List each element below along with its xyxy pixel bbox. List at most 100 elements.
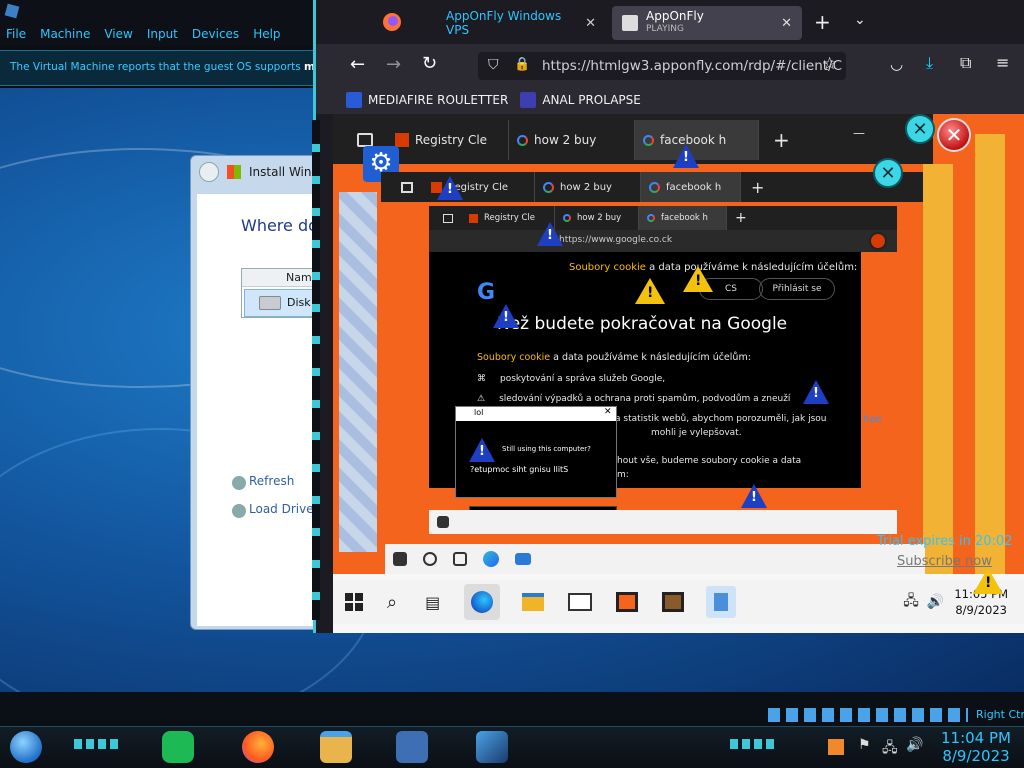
tab-how2buy[interactable]: how 2 buy [555, 206, 639, 230]
bookmark-mediafire[interactable]: MEDIAFIRE ROULETTER [346, 92, 508, 108]
tab-actions-icon[interactable] [443, 213, 453, 223]
download-icon[interactable]: ⤓ [926, 53, 933, 73]
menu-input[interactable]: Input [147, 27, 178, 41]
edge-url-text: https://www.google.co.ck [559, 235, 673, 245]
url-bar[interactable]: ⛉ 🔒 https://htmlgw3.apponfly.com/rdp/#/c… [478, 52, 846, 80]
file-explorer-icon[interactable] [522, 593, 545, 611]
bookmark-2[interactable]: ANAL PROLAPSE [520, 92, 641, 108]
task-view-icon[interactable]: ▤ [425, 593, 440, 612]
new-tab-icon[interactable]: + [773, 128, 790, 152]
edge-address-bar[interactable]: https://www.google.co.ck [429, 230, 897, 252]
menu-icon[interactable]: ≡ [996, 53, 1009, 72]
reload-icon[interactable]: ↻ [422, 53, 437, 74]
host-clock[interactable]: 11:04 PM 8/9/2023 [936, 729, 1016, 765]
volume-icon[interactable]: 🔊 [927, 594, 944, 610]
firefox-nav-bar: ← → ↻ ⛉ 🔒 https://htmlgw3.apponfly.com/r… [316, 44, 1024, 86]
notes-app-icon[interactable] [162, 731, 194, 763]
google-icon [563, 214, 571, 222]
file-explorer-icon[interactable] [515, 553, 531, 565]
tray-app-icon[interactable] [828, 739, 844, 755]
menu-machine[interactable]: Machine [40, 27, 90, 41]
task-view-icon[interactable] [453, 552, 467, 566]
close-icon[interactable]: ✕ [781, 16, 792, 31]
sign-in-button[interactable]: Přihlásit se [759, 278, 835, 300]
flag-icon[interactable]: ⚑ [858, 737, 871, 753]
tab-facebook[interactable]: facebook h [639, 206, 727, 230]
search-icon[interactable] [423, 552, 437, 566]
shield-icon[interactable]: ⛉ [488, 57, 499, 73]
close-icon[interactable]: ✕ [873, 158, 903, 188]
edge-tabs-outer: Registry Cle how 2 buy facebook h + [333, 120, 790, 160]
forward-icon[interactable]: → [386, 54, 401, 75]
bookmark-star-icon[interactable]: ☆ [822, 54, 837, 74]
taskbar-edge-button[interactable] [464, 584, 501, 620]
host-start-button[interactable] [10, 731, 42, 763]
file-manager-icon[interactable] [320, 731, 352, 763]
tab-how2buy[interactable]: how 2 buy [535, 172, 641, 202]
close-icon[interactable]: ✕ [905, 114, 935, 144]
tab-registry-label: Registry Cle [415, 133, 488, 147]
consent-title: Než budete pokračovat na Google [497, 314, 788, 334]
menu-devices[interactable]: Devices [192, 27, 239, 41]
tab-actions-icon[interactable] [401, 181, 413, 193]
volume-icon[interactable]: 🔊 [906, 737, 923, 753]
remote-desktop-view[interactable]: Registry Cle how 2 buy facebook h + — ⚙ … [333, 114, 1024, 633]
firefox-icon[interactable] [242, 731, 274, 763]
tab-registry[interactable]: Registry Cle [387, 120, 509, 160]
extensions-icon[interactable]: ⧉ [960, 53, 971, 73]
search-icon[interactable]: ⌕ [387, 592, 397, 613]
vbox-indicator-icons[interactable] [768, 708, 968, 722]
tab-actions-icon[interactable] [357, 133, 373, 147]
tab-list-chevron-icon[interactable]: ⌄ [854, 12, 866, 28]
app-window-icon[interactable] [616, 592, 639, 612]
error-icon[interactable]: ✕ [937, 118, 971, 152]
tab-how2buy-label: how 2 buy [560, 181, 612, 193]
edge-icon[interactable] [483, 551, 499, 567]
virtualbox-icon[interactable] [396, 731, 428, 763]
load-driver-link[interactable]: Load Drive [249, 502, 314, 516]
windows-start-icon[interactable] [393, 552, 407, 566]
google-icon [543, 181, 554, 193]
back-icon[interactable]: ← [350, 54, 365, 75]
bookmark-icon [520, 92, 537, 108]
windows-start-icon[interactable] [437, 516, 449, 528]
close-icon[interactable]: ✕ [585, 16, 596, 31]
subscribe-link[interactable]: Subscribe now [897, 554, 992, 569]
refresh-link[interactable]: Refresh [249, 474, 294, 488]
menu-view[interactable]: View [104, 27, 132, 41]
pocket-icon[interactable]: ◡ [890, 55, 903, 73]
cookie-link[interactable]: Soubory cookie [477, 352, 550, 363]
tab-apponfly-vps-label: AppOnFly Windows VPS [446, 9, 562, 37]
registry-icon [469, 213, 478, 223]
lock-icon[interactable]: 🔒 [514, 57, 530, 72]
new-tab-icon[interactable]: + [814, 10, 831, 34]
vm-window-icon[interactable] [476, 731, 508, 763]
tab-how2buy[interactable]: how 2 buy [509, 120, 635, 160]
dock-decoration [74, 739, 118, 749]
calculator-button[interactable] [706, 586, 737, 618]
tab-apponfly-playing[interactable]: AppOnFly PLAYING ✕ [612, 6, 802, 40]
tab-apponfly-vps[interactable]: AppOnFly Windows VPS ✕ [436, 6, 606, 40]
notice-text: The Virtual Machine reports that the gue… [10, 61, 305, 73]
tab-facebook-label: facebook h [666, 181, 722, 193]
windows-start-icon[interactable] [345, 593, 363, 611]
paint-window-icon[interactable] [662, 592, 685, 612]
network-icon[interactable]: 🖧 [882, 737, 898, 761]
cookie-link[interactable]: Soubory cookie [569, 262, 646, 273]
minimize-icon[interactable]: — [853, 126, 865, 140]
menu-file[interactable]: File [6, 27, 26, 41]
new-tab-icon[interactable]: + [751, 178, 764, 197]
trial-expires-text: Trial expires in 20:02 [877, 534, 1013, 549]
mediafire-icon [346, 92, 362, 108]
close-icon[interactable]: ✕ [604, 407, 612, 417]
lol-title-bar: lol ✕ [456, 407, 616, 421]
network-icon[interactable]: 🖧 [903, 590, 919, 614]
edge-window-middle: Registry Cle how 2 buy facebook h + [381, 172, 941, 202]
command-window-icon[interactable] [568, 593, 593, 611]
warning-icon [803, 380, 829, 404]
menu-help[interactable]: Help [253, 27, 280, 41]
profile-avatar[interactable] [869, 232, 887, 250]
tab-facebook[interactable]: facebook h [641, 172, 741, 202]
back-arrow-icon[interactable] [199, 162, 219, 182]
new-tab-icon[interactable]: + [735, 210, 747, 226]
